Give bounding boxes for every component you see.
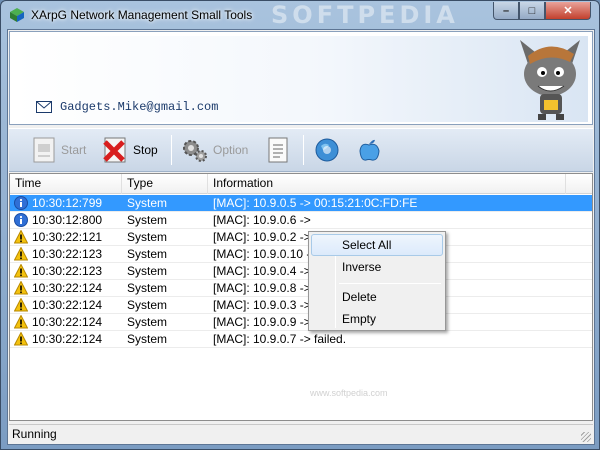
start-button[interactable]: Start	[31, 133, 86, 167]
cell-type: System	[127, 230, 168, 244]
menu-separator	[339, 283, 441, 284]
minimize-button[interactable]: –	[493, 2, 519, 20]
toolbar-separator	[171, 135, 172, 165]
window-title: XArpG Network Management Small Tools	[31, 8, 253, 22]
watermark-url: www.softpedia.com	[310, 388, 388, 398]
gears-icon	[183, 140, 207, 162]
warning-icon	[14, 281, 28, 295]
table-row[interactable]: 10:30:22:124 System [MAC]: 10.9.0.7 -> fai…	[10, 331, 592, 348]
envelope-icon	[36, 101, 52, 113]
cell-information: [MAC]: 10.9.0.5 -> 00:15:21:0C:FD:FE	[213, 196, 418, 210]
context-menu: Select All Inverse Delete Empty	[308, 231, 446, 331]
log-button[interactable]	[265, 133, 291, 167]
warning-icon	[14, 264, 28, 278]
start-icon	[33, 137, 55, 163]
wolf-mascot-icon	[520, 40, 580, 120]
title-bar[interactable]: XArpG Network Management Small Tools SOF…	[1, 1, 599, 29]
globe-icon	[315, 138, 339, 162]
stop-label: Stop	[133, 143, 158, 157]
cell-time: 10:30:22:124	[32, 315, 103, 329]
cell-information: [MAC]: 10.9.0.6 ->	[213, 213, 311, 227]
column-header-type[interactable]: Type	[122, 174, 208, 194]
email-row: Gadgets.Mike@gmail.com	[36, 100, 218, 114]
cell-time: 10:30:22:124	[32, 281, 103, 295]
watermark: SOFTPEDIA	[271, 1, 459, 29]
cell-time: 10:30:22:124	[32, 332, 103, 346]
table-row[interactable]: 10:30:12:800 System [MAC]: 10.9.0.6 ->	[10, 212, 592, 229]
cell-type: System	[127, 298, 168, 312]
log-table[interactable]: Time Type Information 10:30:12:799 System…	[9, 173, 593, 421]
cell-type: System	[127, 315, 168, 329]
table-row[interactable]: 10:30:12:799 System [MAC]: 10.9.0.5 -> 00:…	[10, 195, 592, 212]
table-row[interactable]: 10:30:22:124 System [MAC]: 10.9.0.3 -> fai…	[10, 297, 592, 314]
warning-icon	[14, 298, 28, 312]
app-window: XArpG Network Management Small Tools SOF…	[0, 0, 600, 450]
info-icon	[14, 196, 28, 210]
cell-type: System	[127, 247, 168, 261]
maximize-button[interactable]: □	[519, 2, 545, 20]
info-icon	[14, 213, 28, 227]
warning-icon	[14, 332, 28, 346]
option-label: Option	[213, 143, 249, 157]
cell-type: System	[127, 213, 168, 227]
banner: Gadgets.Mike@gmail.com	[9, 31, 593, 125]
menu-item-empty[interactable]: Empty	[311, 308, 443, 330]
status-bar: Running	[9, 424, 593, 444]
column-header-information[interactable]: Information	[208, 174, 566, 194]
option-button[interactable]: Option	[181, 133, 248, 167]
cell-type: System	[127, 281, 168, 295]
cell-type: System	[127, 332, 168, 346]
web-button[interactable]	[313, 133, 341, 167]
cell-type: System	[127, 196, 168, 210]
warning-icon	[14, 315, 28, 329]
cell-time: 10:30:22:123	[32, 247, 103, 261]
close-button[interactable]: ✕	[545, 2, 591, 20]
column-header-time[interactable]: Time	[10, 174, 122, 194]
contact-email[interactable]: Gadgets.Mike@gmail.com	[60, 100, 218, 114]
table-row[interactable]: 10:30:22:121 System [MAC]: 10.9.0.2 ->	[10, 229, 592, 246]
document-icon	[268, 137, 288, 163]
table-row[interactable]: 10:30:22:123 System [MAC]: 10.9.0.10 ->	[10, 246, 592, 263]
table-row[interactable]: 10:30:22:124 System [MAC]: 10.9.0.9 -> fai…	[10, 314, 592, 331]
resize-grip[interactable]	[581, 432, 591, 442]
stop-icon	[103, 137, 126, 163]
toolbar: Start Stop Option	[9, 128, 593, 172]
table-row[interactable]: 10:30:22:124 System [MAC]: 10.9.0.8 ->	[10, 280, 592, 297]
cell-time: 10:30:12:800	[32, 213, 103, 227]
stop-button[interactable]: Stop	[101, 133, 158, 167]
cell-time: 10:30:22:123	[32, 264, 103, 278]
status-text: Running	[12, 427, 57, 441]
table-row[interactable]: 10:30:22:123 System [MAC]: 10.9.0.4 ->	[10, 263, 592, 280]
table-header: Time Type Information	[10, 174, 592, 194]
menu-item-select-all[interactable]: Select All	[311, 234, 443, 256]
cell-time: 10:30:12:799	[32, 196, 103, 210]
cell-type: System	[127, 264, 168, 278]
apple-icon	[359, 139, 380, 161]
cell-information: [MAC]: 10.9.0.7 -> failed.	[213, 332, 347, 346]
app-logo-icon	[10, 8, 24, 22]
menu-item-delete[interactable]: Delete	[311, 286, 443, 308]
cell-time: 10:30:22:124	[32, 298, 103, 312]
start-label: Start	[61, 143, 87, 157]
warning-icon	[14, 247, 28, 261]
toolbar-separator	[303, 135, 304, 165]
about-button[interactable]	[355, 133, 383, 167]
client-area: Gadgets.Mike@gmail.com Start Stop Option…	[7, 29, 595, 445]
menu-item-inverse[interactable]: Inverse	[311, 256, 443, 278]
cell-time: 10:30:22:121	[32, 230, 103, 244]
warning-icon	[14, 230, 28, 244]
